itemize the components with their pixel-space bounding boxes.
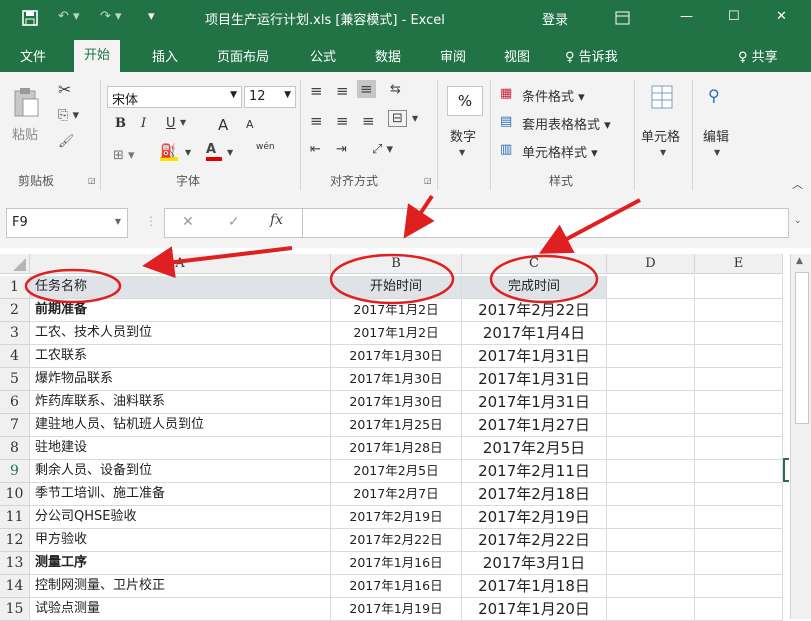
annotation-circle-a <box>24 268 122 304</box>
annotation-circle-b <box>329 253 455 305</box>
annotation-circle-c <box>489 254 599 304</box>
annotation-arrow-a <box>142 246 293 279</box>
annotation-overlay <box>24 194 641 305</box>
annotation-arrow-c <box>538 198 641 254</box>
annotation-arrow-b <box>403 194 435 239</box>
